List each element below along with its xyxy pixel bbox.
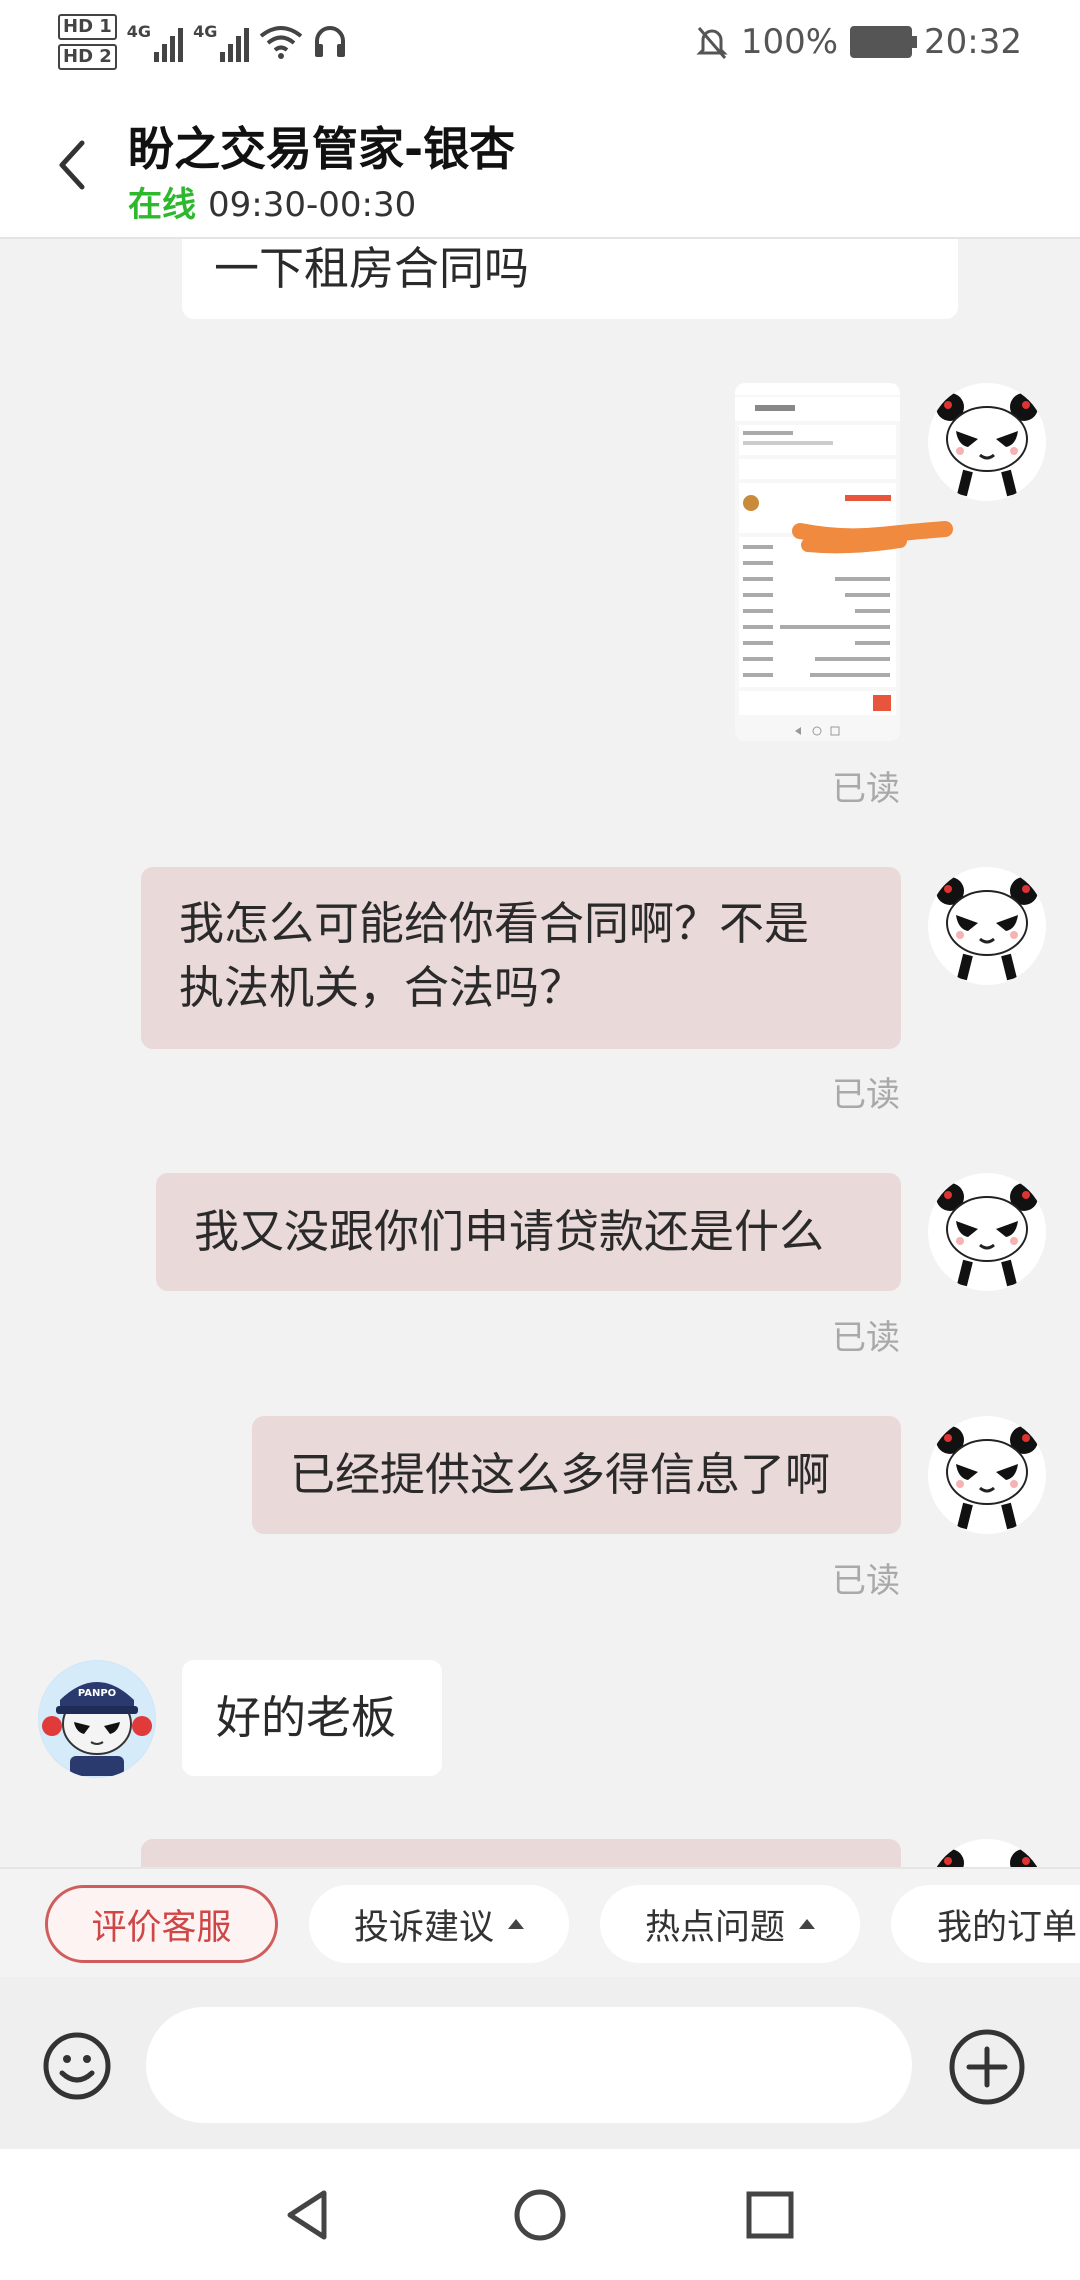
complaint-dropdown[interactable]: 投诉建议 bbox=[309, 1885, 569, 1963]
message-bubble-out[interactable] bbox=[141, 1839, 901, 1867]
chat-title: 盼之交易管家-银杏 bbox=[128, 122, 516, 176]
hours-text: 09:30-00:30 bbox=[208, 185, 417, 225]
chat-header: 盼之交易管家-银杏 在线 09:30-00:30 bbox=[0, 95, 1080, 239]
chip-label: 投诉建议 bbox=[353, 1907, 494, 1948]
message-bubble-in[interactable]: 一下租房合同吗 bbox=[182, 239, 958, 319]
status-left: HD 1 HD 2 4G 4G bbox=[58, 14, 347, 70]
plus-button[interactable] bbox=[947, 2027, 1027, 2107]
chip-label: 评价客服 bbox=[91, 1907, 232, 1948]
service-hours: 在线 09:30-00:30 bbox=[128, 177, 416, 226]
nav-home-button[interactable] bbox=[510, 2185, 570, 2245]
message-bubble-out[interactable]: 我又没跟你们申请贷款还是什么 bbox=[156, 1173, 901, 1291]
status-bar: HD 1 HD 2 4G 4G 100% 20:32 bbox=[0, 0, 1080, 95]
headset-icon bbox=[315, 26, 346, 57]
user-avatar[interactable] bbox=[928, 1839, 1046, 1867]
read-receipt: 已读 bbox=[832, 1075, 900, 1115]
hd2-badge: HD 2 bbox=[58, 44, 117, 70]
hd-indicators: HD 1 HD 2 bbox=[58, 14, 117, 70]
user-avatar[interactable] bbox=[928, 383, 1046, 501]
hot-questions-dropdown[interactable]: 热点问题 bbox=[600, 1885, 860, 1963]
quick-actions-bar: 评价客服 投诉建议 热点问题 我的订单 bbox=[0, 1867, 1080, 1979]
read-receipt: 已读 bbox=[832, 1561, 900, 1601]
chip-label: 热点问题 bbox=[644, 1907, 785, 1948]
panda-avatar-icon bbox=[929, 1174, 1045, 1290]
network-type-1: 4G bbox=[126, 22, 152, 41]
message-input[interactable] bbox=[146, 2007, 912, 2123]
online-status: 在线 bbox=[128, 185, 196, 225]
wifi-icon bbox=[260, 26, 303, 59]
panda-avatar-icon bbox=[929, 384, 1045, 500]
caret-up-icon bbox=[799, 1919, 815, 1929]
status-right: 100% 20:32 bbox=[695, 22, 1022, 62]
cap-text: PANPO bbox=[78, 1688, 116, 1699]
agent-avatar[interactable]: PANPO bbox=[38, 1660, 156, 1778]
user-avatar[interactable] bbox=[928, 1416, 1046, 1534]
message-text: 一下租房合同吗 bbox=[214, 242, 530, 295]
user-avatar[interactable] bbox=[928, 1173, 1046, 1291]
read-receipt: 已读 bbox=[832, 1318, 900, 1358]
network-type-2: 4G bbox=[193, 22, 218, 41]
panda-avatar-icon bbox=[936, 1840, 1038, 1867]
hd1-badge: HD 1 bbox=[58, 14, 117, 40]
message-text: 好的老板 bbox=[216, 1691, 397, 1744]
mute-bell-icon bbox=[696, 27, 728, 59]
back-button[interactable] bbox=[48, 135, 98, 195]
emoji-button[interactable] bbox=[42, 2031, 112, 2101]
signal-icon-2: 4G bbox=[193, 22, 250, 62]
message-text-line2: 执法机关，合法吗？ bbox=[179, 961, 585, 1014]
chip-label: 我的订单 bbox=[937, 1907, 1078, 1948]
read-receipt: 已读 bbox=[832, 769, 900, 809]
panda-avatar-icon bbox=[929, 868, 1045, 984]
user-avatar[interactable] bbox=[928, 867, 1046, 985]
redaction-scribble bbox=[792, 521, 953, 554]
rate-service-button[interactable]: 评价客服 bbox=[45, 1885, 278, 1963]
my-orders-button[interactable]: 我的订单 bbox=[891, 1885, 1080, 1963]
input-bar bbox=[0, 1977, 1080, 2149]
message-text: 已经提供这么多得信息了啊 bbox=[290, 1448, 831, 1501]
panda-avatar-icon bbox=[929, 1417, 1045, 1533]
caret-up-icon bbox=[508, 1919, 524, 1929]
message-bubble-in[interactable]: 好的老板 bbox=[182, 1660, 442, 1776]
clock: 20:32 bbox=[924, 22, 1022, 62]
panda-police-avatar-icon: PANPO bbox=[39, 1661, 155, 1777]
message-text: 我又没跟你们申请贷款还是什么 bbox=[194, 1205, 825, 1258]
signal-icon-1: 4G bbox=[126, 22, 184, 62]
battery-icon bbox=[850, 26, 918, 58]
system-nav-bar bbox=[0, 2149, 1080, 2280]
battery-percent: 100% bbox=[740, 22, 839, 62]
nav-recents-button[interactable] bbox=[740, 2185, 800, 2245]
message-bubble-out[interactable]: 我怎么可能给你看合同啊？不是 执法机关，合法吗？ bbox=[141, 867, 901, 1049]
message-text-line1: 我怎么可能给你看合同啊？不是 bbox=[179, 897, 810, 950]
chat-area[interactable]: 一下租房合同吗 已读 我怎么可能给你看合同啊？不是 执法机关，合法吗？ 已读 我… bbox=[0, 239, 1080, 1867]
nav-back-button[interactable] bbox=[280, 2185, 340, 2245]
message-bubble-out[interactable]: 已经提供这么多得信息了啊 bbox=[252, 1416, 901, 1534]
